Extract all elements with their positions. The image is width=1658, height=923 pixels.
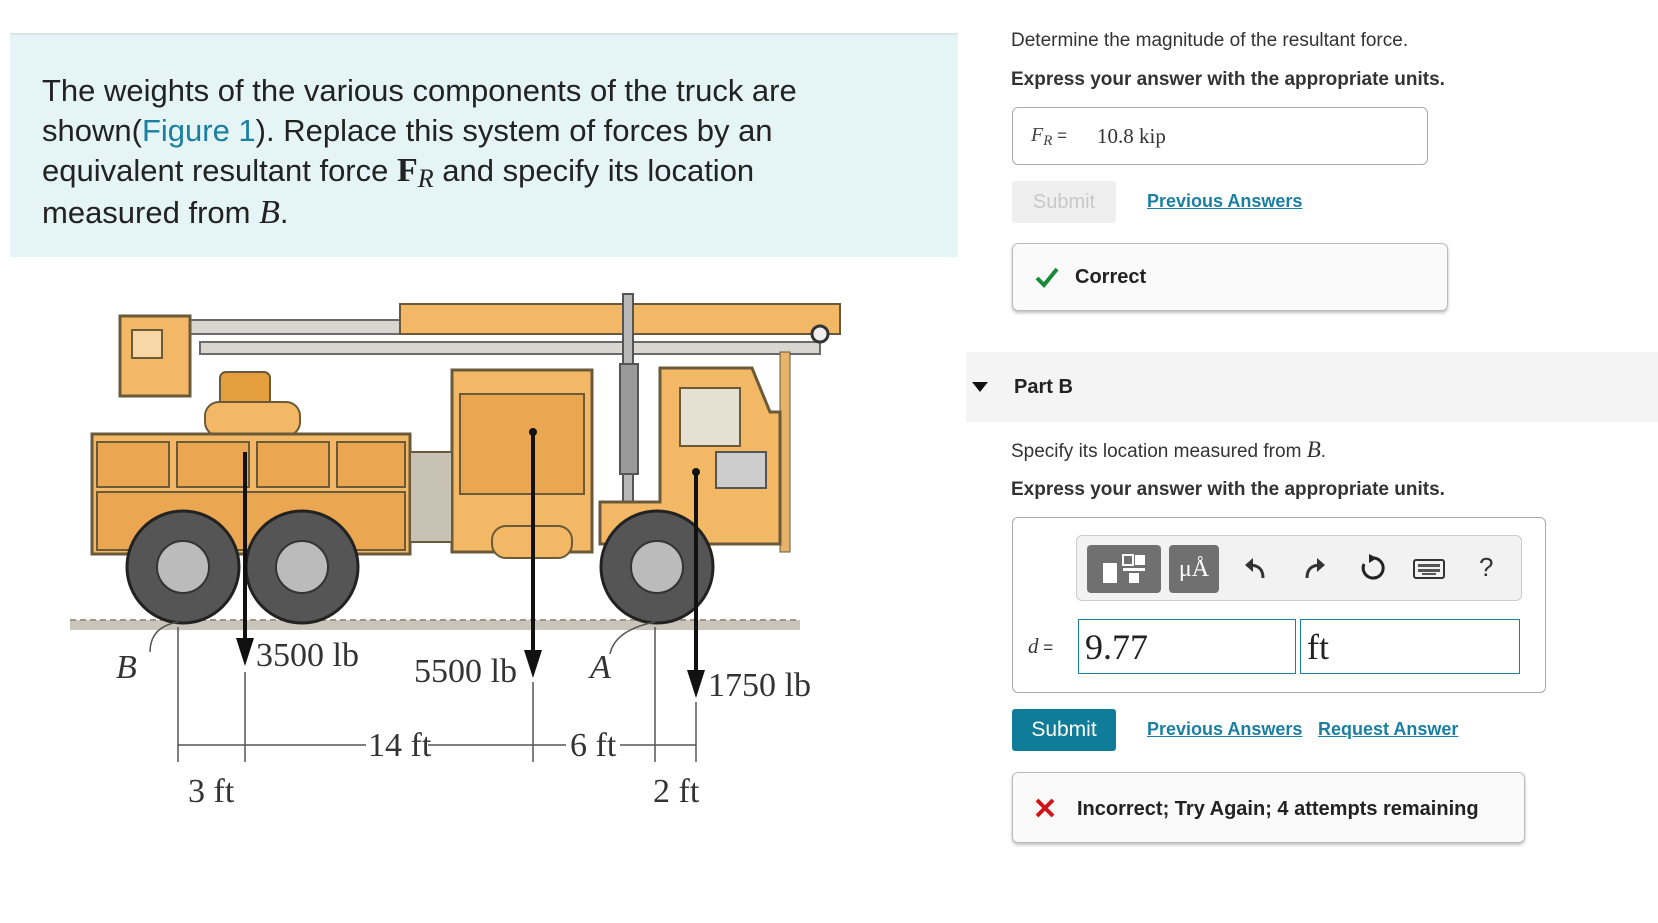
part-a-instruction: Express your answer with the appropriate… — [1011, 69, 1445, 90]
fr-sub: R — [1043, 133, 1053, 149]
dim-2ft: 2 ft — [653, 773, 700, 810]
reset-icon[interactable] — [1359, 554, 1387, 582]
help-icon[interactable]: ? — [1479, 552, 1493, 583]
fr-var: F — [1031, 124, 1044, 146]
units-button[interactable]: μÅ — [1169, 545, 1219, 593]
load-label-5500: 5500 lb — [414, 653, 517, 690]
force-subscript: R — [417, 164, 434, 193]
point-a-label: A — [588, 649, 611, 686]
force-symbol: F — [397, 152, 418, 189]
d-units-input[interactable]: ft — [1300, 619, 1520, 674]
part-b-prompt-text: Specify its location measured from — [1011, 441, 1307, 462]
d-eq: = — [1038, 638, 1054, 657]
part-a-submit-button[interactable]: Submit — [1012, 181, 1116, 223]
part-b-instruction: Express your answer with the appropriate… — [1011, 479, 1445, 500]
point-b-label: B — [116, 649, 137, 686]
fr-value: 10.8 kip — [1097, 124, 1166, 148]
dim-14ft: 14 ft — [368, 727, 432, 764]
request-answer-link[interactable]: Request Answer — [1318, 719, 1458, 740]
templates-icon — [1103, 554, 1145, 583]
part-b-feedback-text: Incorrect; Try Again; 4 attempts remaini… — [1077, 798, 1479, 820]
part-a-previous-answers-link[interactable]: Previous Answers — [1147, 191, 1302, 212]
problem-text-end: . — [279, 195, 289, 230]
load-label-1750: 1750 lb — [708, 667, 811, 704]
part-b-prompt-var: B — [1306, 437, 1321, 462]
problem-text: The weights of the various components of… — [42, 71, 862, 233]
part-a-answer-box: FR = 10.8 kip — [1012, 107, 1428, 165]
d-label: d = — [1028, 634, 1053, 659]
point-symbol: B — [259, 194, 280, 231]
d-value-input[interactable]: 9.77 — [1078, 619, 1296, 674]
dim-6ft: 6 ft — [570, 727, 617, 764]
math-toolbar: μÅ ? — [1076, 535, 1522, 601]
part-a-feedback: Correct — [1012, 243, 1448, 311]
part-a-prompt: Determine the magnitude of the resultant… — [1011, 30, 1409, 51]
x-mark-icon — [1035, 798, 1055, 818]
part-b-feedback: Incorrect; Try Again; 4 attempts remaini… — [1012, 772, 1525, 843]
part-a-feedback-text: Correct — [1075, 266, 1147, 288]
truck-figure: 3500 lb 5500 lb 1750 lb B A 14 ft 6 ft 3… — [70, 293, 841, 810]
part-b-prompt-end: . — [1320, 441, 1327, 462]
check-icon — [1035, 267, 1059, 288]
load-label-3500: 3500 lb — [256, 637, 359, 674]
part-b-submit-button[interactable]: Submit — [1012, 709, 1116, 751]
collapse-triangle-icon[interactable] — [972, 382, 988, 392]
fr-eq: = — [1052, 126, 1068, 145]
problem-statement: The weights of the various components of… — [10, 33, 958, 257]
part-b-prompt: Specify its location measured from B. — [1011, 437, 1326, 463]
undo-icon[interactable] — [1243, 556, 1269, 582]
templates-button[interactable] — [1087, 545, 1161, 593]
redo-icon[interactable] — [1301, 556, 1327, 582]
figure-link[interactable]: Figure 1 — [142, 113, 256, 148]
fr-label: FR = — [1031, 124, 1068, 149]
part-b-header[interactable]: Part B — [966, 352, 1658, 422]
dim-3ft: 3 ft — [188, 773, 235, 810]
d-var: d — [1028, 634, 1039, 658]
part-b-previous-answers-link[interactable]: Previous Answers — [1147, 719, 1302, 740]
part-b-title: Part B — [1014, 376, 1073, 398]
keyboard-icon[interactable] — [1413, 558, 1445, 580]
